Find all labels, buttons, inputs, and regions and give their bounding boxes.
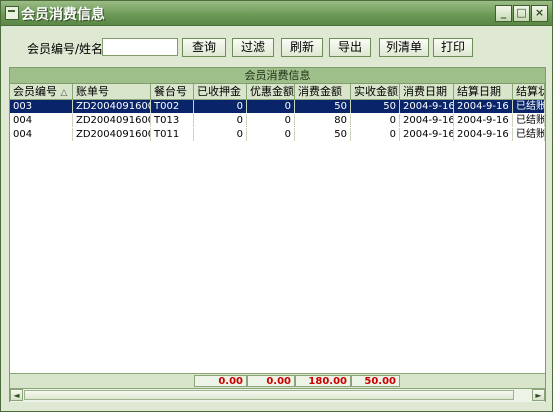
main-window: 会员消费信息 _ □ × 会员编号/姓名： 查询 过滤 刷新 导出 列清单 打印…	[0, 0, 553, 412]
column-header-paid[interactable]: 实收金额	[351, 84, 400, 99]
column-header-amount[interactable]: 消费金额	[295, 84, 351, 99]
cell-consume-date: 2004-9-16	[400, 128, 454, 141]
grid-caption: 会员消费信息	[10, 68, 545, 84]
total-amount: 180.00	[295, 375, 351, 387]
grid-totals-bar: 0.00 0.00 180.00 50.00	[10, 373, 545, 388]
cell-deposit: 0	[194, 100, 247, 113]
column-header-settle-date[interactable]: 结算日期	[454, 84, 513, 99]
column-header-bill-no[interactable]: 账单号	[73, 84, 151, 99]
cell-amount: 50	[295, 128, 351, 141]
window-menu-icon[interactable]	[5, 6, 19, 20]
minimize-button[interactable]: _	[495, 5, 512, 22]
scroll-right-arrow-icon[interactable]: ►	[532, 389, 545, 401]
cell-bill-no: ZD200409160007	[73, 114, 151, 127]
consumption-grid: 会员消费信息 会员编号 △ 账单号 餐台号 已收押金 优惠金额 消费金额 实收金…	[9, 67, 546, 402]
column-header-deposit[interactable]: 已收押金	[194, 84, 247, 99]
total-deposit: 0.00	[194, 375, 247, 387]
close-button[interactable]: ×	[531, 5, 548, 22]
filter-button[interactable]: 过滤	[232, 38, 274, 57]
cell-member-id: 004	[10, 128, 73, 141]
cell-table-no: T011	[151, 128, 194, 141]
cell-settle-status: 已结账	[513, 128, 545, 141]
cell-settle-date: 2004-9-16	[454, 114, 513, 127]
cell-amount: 50	[295, 100, 351, 113]
cell-settle-date: 2004-9-16	[454, 100, 513, 113]
column-header-table-no[interactable]: 餐台号	[151, 84, 194, 99]
scroll-left-arrow-icon[interactable]: ◄	[10, 389, 23, 401]
column-list-button[interactable]: 列清单	[379, 38, 429, 57]
cell-settle-status: 已结账	[513, 114, 545, 127]
total-discount: 0.00	[247, 375, 295, 387]
export-button[interactable]: 导出	[329, 38, 371, 57]
cell-bill-no: ZD200409160008	[73, 100, 151, 113]
member-search-input[interactable]	[102, 38, 178, 56]
table-row[interactable]: 003 ZD200409160008 T002 0 0 50 50 2004-9…	[10, 100, 545, 113]
cell-table-no: T002	[151, 100, 194, 113]
sort-asc-icon: △	[60, 88, 68, 98]
cell-member-id: 003	[10, 100, 73, 113]
scroll-thumb[interactable]	[24, 390, 514, 400]
title-bar[interactable]: 会员消费信息 _ □ ×	[1, 1, 552, 26]
cell-deposit: 0	[194, 128, 247, 141]
window-title: 会员消费信息	[21, 7, 105, 23]
cell-consume-date: 2004-9-16	[400, 114, 454, 127]
column-header-settle-status[interactable]: 结算状	[513, 84, 545, 99]
refresh-button[interactable]: 刷新	[281, 38, 323, 57]
cell-table-no: T013	[151, 114, 194, 127]
cell-settle-status: 已结账	[513, 100, 545, 113]
query-button[interactable]: 查询	[182, 38, 226, 57]
cell-discount: 0	[247, 114, 295, 127]
column-header-discount[interactable]: 优惠金额	[247, 84, 295, 99]
total-paid: 50.00	[351, 375, 400, 387]
cell-discount: 0	[247, 128, 295, 141]
cell-amount: 80	[295, 114, 351, 127]
column-header-member-id[interactable]: 会员编号 △	[10, 84, 73, 99]
cell-deposit: 0	[194, 114, 247, 127]
cell-consume-date: 2004-9-16	[400, 100, 454, 113]
table-row[interactable]: 004 ZD200409160009 T011 0 0 50 0 2004-9-…	[10, 128, 545, 141]
cell-paid: 50	[351, 100, 400, 113]
print-button[interactable]: 打印	[433, 38, 473, 57]
cell-bill-no: ZD200409160009	[73, 128, 151, 141]
table-row[interactable]: 004 ZD200409160007 T013 0 0 80 0 2004-9-…	[10, 114, 545, 127]
grid-header: 会员编号 △ 账单号 餐台号 已收押金 优惠金额 消费金额 实收金额 消费日期 …	[10, 84, 545, 100]
maximize-button[interactable]: □	[513, 5, 530, 22]
cell-paid: 0	[351, 128, 400, 141]
cell-settle-date: 2004-9-16	[454, 128, 513, 141]
cell-discount: 0	[247, 100, 295, 113]
cell-paid: 0	[351, 114, 400, 127]
cell-member-id: 004	[10, 114, 73, 127]
column-header-consume-date[interactable]: 消费日期	[400, 84, 454, 99]
horizontal-scrollbar[interactable]: ◄ ►	[10, 388, 545, 402]
